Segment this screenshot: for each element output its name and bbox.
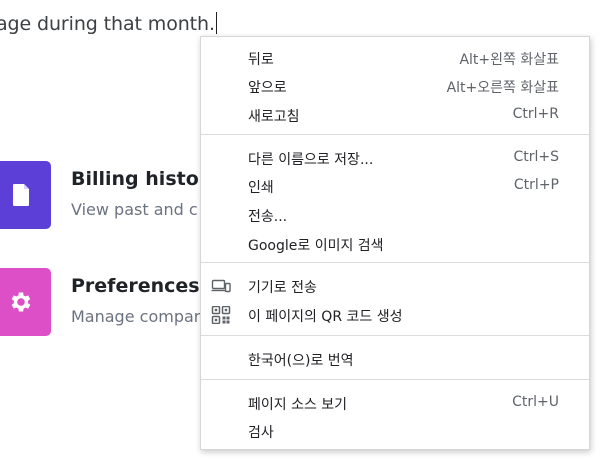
preferences-title[interactable]: Preferences xyxy=(71,275,200,297)
menu-item-save-as-shortcut: Ctrl+S xyxy=(513,149,559,165)
menu-separator xyxy=(201,379,589,380)
gear-icon xyxy=(11,292,30,312)
menu-separator xyxy=(201,134,589,135)
menu-item-save-as[interactable]: 다른 이름으로 저장... Ctrl+S xyxy=(201,144,589,172)
menu-item-back-shortcut: Alt+왼쪽 화살표 xyxy=(459,52,559,68)
menu-item-reload-label: 새로고침 xyxy=(248,109,300,125)
billing-history-title[interactable]: Billing history xyxy=(71,168,221,190)
menu-item-create-qr-code-label: 이 페이지의 QR 코드 생성 xyxy=(248,309,403,325)
page: age during that month. Billing history V… xyxy=(0,0,606,472)
menu-item-print[interactable]: 인쇄 Ctrl+P xyxy=(201,172,589,200)
menu-item-translate-label: 한국어(으)로 번역 xyxy=(248,353,354,369)
document-icon xyxy=(12,184,29,206)
menu-separator xyxy=(201,335,589,336)
qr-code-icon xyxy=(211,306,231,324)
menu-item-cast-label: 전송... xyxy=(248,209,288,225)
menu-item-cast[interactable]: 전송... xyxy=(201,201,589,229)
menu-item-view-page-source[interactable]: 페이지 소스 보기 Ctrl+U xyxy=(201,389,589,417)
menu-item-translate[interactable]: 한국어(으)로 번역 xyxy=(201,345,589,373)
text-caret xyxy=(215,12,217,34)
menu-item-inspect-label: 검사 xyxy=(248,425,274,441)
menu-separator xyxy=(201,262,589,263)
menu-item-view-page-source-label: 페이지 소스 보기 xyxy=(248,397,348,413)
menu-item-send-to-devices[interactable]: 기기로 전송 xyxy=(201,272,589,300)
menu-item-back-label: 뒤로 xyxy=(248,52,274,68)
preferences-icon-tile[interactable] xyxy=(0,268,51,336)
billing-history-description: View past and c xyxy=(71,200,198,219)
menu-item-forward[interactable]: 앞으로 Alt+오른쪽 화살표 xyxy=(201,72,589,100)
menu-item-search-images-google-label: Google로 이미지 검색 xyxy=(248,238,384,254)
devices-icon xyxy=(211,279,231,293)
menu-item-forward-shortcut: Alt+오른쪽 화살표 xyxy=(446,80,559,96)
menu-item-print-shortcut: Ctrl+P xyxy=(513,177,559,193)
menu-item-inspect[interactable]: 검사 xyxy=(201,417,589,445)
menu-item-create-qr-code[interactable]: 이 페이지의 QR 코드 생성 xyxy=(201,301,589,329)
intro-text-content: age during that month. xyxy=(0,13,215,35)
menu-item-save-as-label: 다른 이름으로 저장... xyxy=(248,152,374,168)
menu-item-reload[interactable]: 새로고침 Ctrl+R xyxy=(201,101,589,129)
menu-item-reload-shortcut: Ctrl+R xyxy=(512,106,559,122)
billing-history-icon-tile[interactable] xyxy=(0,161,51,229)
menu-item-forward-label: 앞으로 xyxy=(248,80,287,96)
intro-text: age during that month. xyxy=(0,12,217,35)
menu-item-search-images-google[interactable]: Google로 이미지 검색 xyxy=(201,230,589,258)
menu-item-print-label: 인쇄 xyxy=(248,180,274,196)
menu-item-back[interactable]: 뒤로 Alt+왼쪽 화살표 xyxy=(201,44,589,72)
preferences-description: Manage compar xyxy=(71,307,201,326)
context-menu: 뒤로 Alt+왼쪽 화살표 앞으로 Alt+오른쪽 화살표 새로고침 Ctrl+… xyxy=(200,36,590,450)
menu-item-view-page-source-shortcut: Ctrl+U xyxy=(512,394,559,410)
menu-item-send-to-devices-label: 기기로 전송 xyxy=(248,280,317,296)
